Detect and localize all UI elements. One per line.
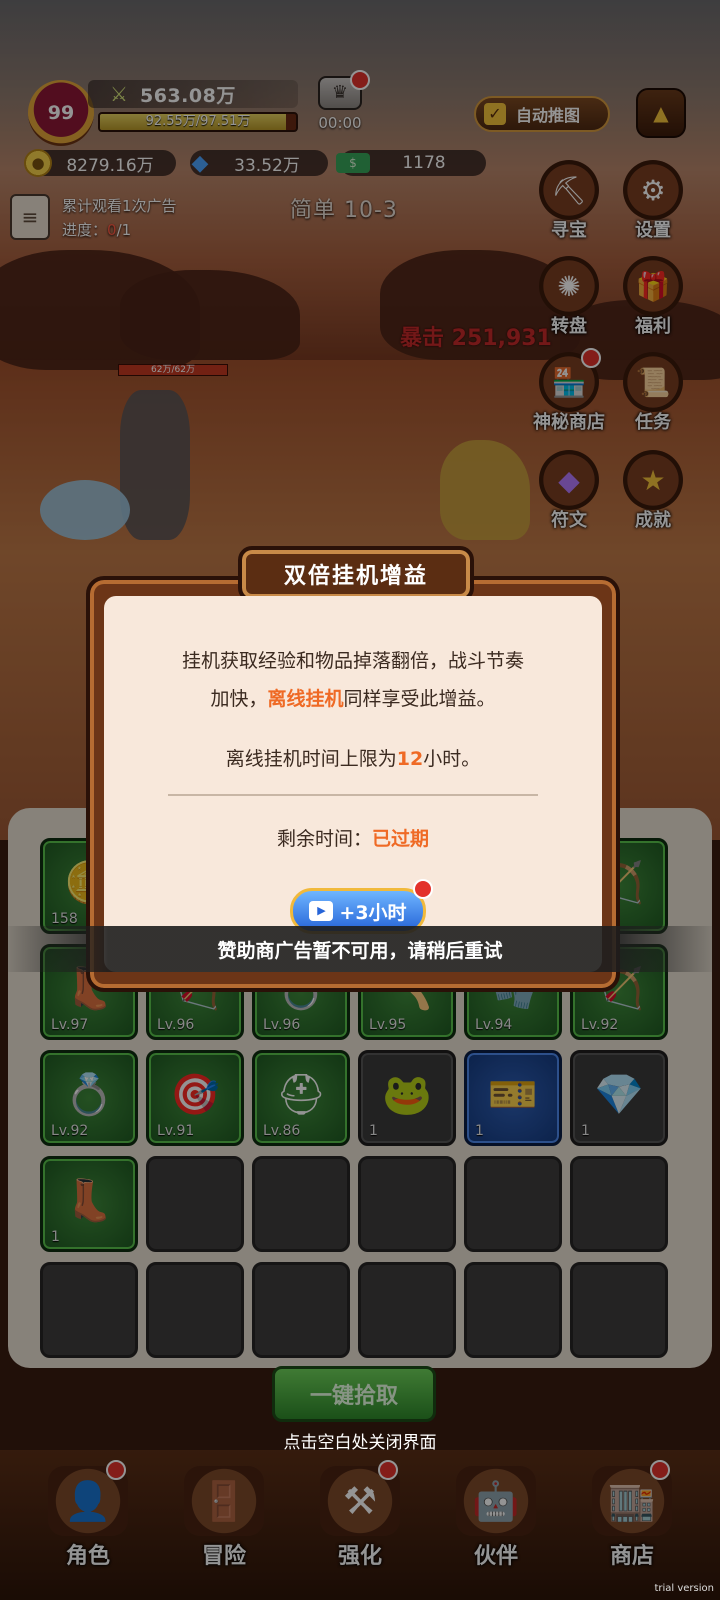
toast-message: 赞助商广告暂不可用，请稍后重试	[0, 926, 720, 972]
dialog-line-3: 离线挂机时间上限为12小时。	[124, 740, 582, 778]
remaining-time: 剩余时间：已过期	[104, 824, 602, 851]
tv-play-icon: ▶	[309, 901, 334, 921]
dialog-title: 双倍挂机增益	[283, 564, 428, 589]
close-hint: 点击空白处关闭界面	[283, 1433, 437, 1453]
text: 小时。	[423, 748, 481, 770]
remaining-time-value: 已过期	[372, 828, 430, 850]
dialog-title-banner: 双倍挂机增益	[238, 546, 474, 602]
dialog-description: 挂机获取经验和物品掉落翻倍，战斗节奏 加快，离线挂机同样享受此增益。 离线挂机时…	[124, 642, 582, 778]
watch-ad-label: +3小时	[339, 901, 407, 924]
divider	[168, 794, 538, 796]
dialog-content: 挂机获取经验和物品掉落翻倍，战斗节奏 加快，离线挂机同样享受此增益。 离线挂机时…	[104, 596, 602, 972]
notification-dot	[413, 879, 433, 899]
hours-highlight: 12	[396, 748, 424, 770]
dialog-line-2: 加快，离线挂机同样享受此增益。	[124, 680, 582, 718]
offline-idle-highlight: 离线挂机	[267, 688, 344, 710]
text: 离线挂机时间上限为	[225, 748, 397, 770]
dialog-line-1: 挂机获取经验和物品掉落翻倍，战斗节奏	[181, 650, 524, 672]
text: 同样享受此增益。	[343, 688, 496, 710]
remaining-time-label: 剩余时间：	[276, 828, 372, 850]
text: 加快，	[210, 688, 268, 710]
trial-watermark: trial version	[654, 1583, 714, 1594]
